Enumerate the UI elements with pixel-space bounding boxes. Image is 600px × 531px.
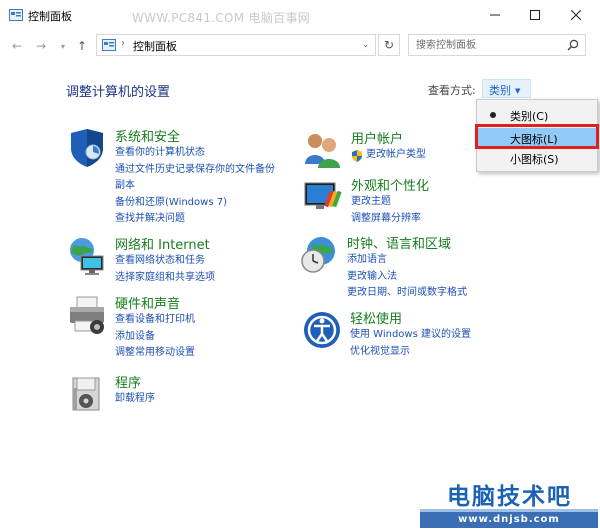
appearance-icon bbox=[304, 182, 342, 209]
page-title: 调整计算机的设置 bbox=[66, 85, 171, 100]
back-button[interactable]: ← bbox=[12, 39, 22, 53]
category-title-clock-region[interactable]: 时钟、语言和区域 bbox=[347, 233, 451, 252]
link-recommended-settings[interactable]: 使用 Windows 建议的设置 bbox=[350, 327, 471, 344]
category-title-ease-of-access[interactable]: 轻松使用 bbox=[350, 308, 402, 327]
up-button[interactable]: ↑ bbox=[77, 39, 87, 53]
forward-button[interactable]: → bbox=[36, 39, 46, 53]
search-input[interactable] bbox=[409, 35, 559, 55]
window-title: 控制面板 bbox=[28, 10, 72, 23]
selected-dot-icon bbox=[490, 112, 496, 118]
link-screen-resolution[interactable]: 调整屏幕分辨率 bbox=[351, 211, 421, 228]
link-add-device[interactable]: 添加设备 bbox=[115, 329, 195, 346]
search-icon[interactable] bbox=[567, 39, 579, 51]
link-optimize-visual[interactable]: 优化视觉显示 bbox=[350, 344, 471, 361]
link-change-input-method[interactable]: 更改输入法 bbox=[347, 269, 467, 286]
menu-item-category[interactable]: 类别(C) bbox=[478, 105, 596, 125]
link-view-computer-status[interactable]: 查看你的计算机状态 bbox=[115, 145, 275, 162]
link-uninstall-program[interactable]: 卸载程序 bbox=[115, 391, 155, 408]
menu-item-small-icons[interactable]: 小图标(S) bbox=[478, 148, 596, 168]
control-panel-icon bbox=[9, 9, 23, 21]
link-network-status[interactable]: 查看网络状态和任务 bbox=[115, 253, 215, 270]
link-backup-restore[interactable]: 备份和还原(Windows 7) bbox=[115, 195, 275, 212]
refresh-button[interactable]: ↻ bbox=[378, 34, 400, 56]
recent-locations-button[interactable]: ▾ bbox=[61, 42, 65, 51]
ease-of-access-icon bbox=[304, 312, 340, 348]
address-bar[interactable]: › 控制面板 ⌄ bbox=[96, 34, 376, 56]
navigation-bar: ← → ▾ ↑ › 控制面板 ⌄ ↻ bbox=[0, 30, 600, 64]
breadcrumb-control-panel[interactable]: 控制面板 bbox=[133, 38, 177, 54]
link-devices-printers[interactable]: 查看设备和打印机 bbox=[115, 312, 195, 329]
breadcrumb-separator[interactable]: › bbox=[121, 38, 125, 49]
chevron-down-icon: ▼ bbox=[515, 87, 521, 95]
title-bar: 控制面板 WWW.PC841.COM 电脑百事网 bbox=[0, 0, 600, 30]
annotation-highlight-box bbox=[475, 124, 599, 149]
brand-watermark: 电脑技术吧 bbox=[447, 484, 572, 510]
link-file-history-backup[interactable]: 通过文件历史记录保存你的文件备份 bbox=[115, 162, 275, 179]
link-label: 更改帐户类型 bbox=[366, 149, 426, 160]
link-change-theme[interactable]: 更改主题 bbox=[351, 194, 421, 211]
search-box[interactable] bbox=[408, 34, 586, 56]
category-title-system-security[interactable]: 系统和安全 bbox=[115, 126, 180, 145]
view-by-dropdown[interactable]: 类别 ▼ bbox=[482, 79, 531, 98]
minimize-button[interactable] bbox=[475, 0, 515, 30]
link-mobility-settings[interactable]: 调整常用移动设置 bbox=[115, 345, 195, 362]
maximize-icon bbox=[530, 10, 540, 20]
menu-item-label: 类别(C) bbox=[510, 110, 549, 123]
close-icon bbox=[571, 10, 581, 20]
link-troubleshoot[interactable]: 查找并解决问题 bbox=[115, 211, 275, 228]
network-globe-icon bbox=[70, 238, 104, 275]
category-title-programs[interactable]: 程序 bbox=[115, 372, 141, 391]
printer-icon bbox=[70, 296, 104, 334]
watermark-text: WWW.PC841.COM 电脑百事网 bbox=[132, 11, 311, 25]
shield-icon bbox=[71, 129, 103, 167]
brand-url: www.dnjsb.com bbox=[420, 512, 598, 528]
category-title-hardware[interactable]: 硬件和声音 bbox=[115, 293, 180, 312]
view-by-value: 类别 bbox=[489, 84, 511, 97]
link-homegroup-sharing[interactable]: 选择家庭组和共享选项 bbox=[115, 270, 215, 287]
link-date-time-format[interactable]: 更改日期、时间或数字格式 bbox=[347, 285, 467, 302]
programs-icon bbox=[72, 377, 100, 411]
clock-globe-icon bbox=[301, 237, 335, 273]
category-title-user-accounts[interactable]: 用户帐户 bbox=[351, 128, 403, 147]
menu-item-label: 小图标(S) bbox=[510, 153, 559, 166]
minimize-icon bbox=[490, 14, 500, 16]
address-dropdown-button[interactable]: ⌄ bbox=[362, 40, 369, 49]
category-title-appearance[interactable]: 外观和个性化 bbox=[351, 175, 429, 194]
close-button[interactable] bbox=[556, 0, 596, 30]
maximize-button[interactable] bbox=[515, 0, 555, 30]
link-change-account-type[interactable]: 更改帐户类型 bbox=[351, 147, 426, 164]
view-by-label: 查看方式: bbox=[428, 84, 476, 97]
uac-shield-icon bbox=[352, 150, 362, 162]
control-panel-icon bbox=[102, 39, 116, 51]
link-add-language[interactable]: 添加语言 bbox=[347, 252, 467, 269]
link-file-history-backup-cont[interactable]: 副本 bbox=[115, 178, 275, 195]
category-title-network[interactable]: 网络和 Internet bbox=[115, 234, 210, 253]
users-icon bbox=[305, 134, 340, 168]
